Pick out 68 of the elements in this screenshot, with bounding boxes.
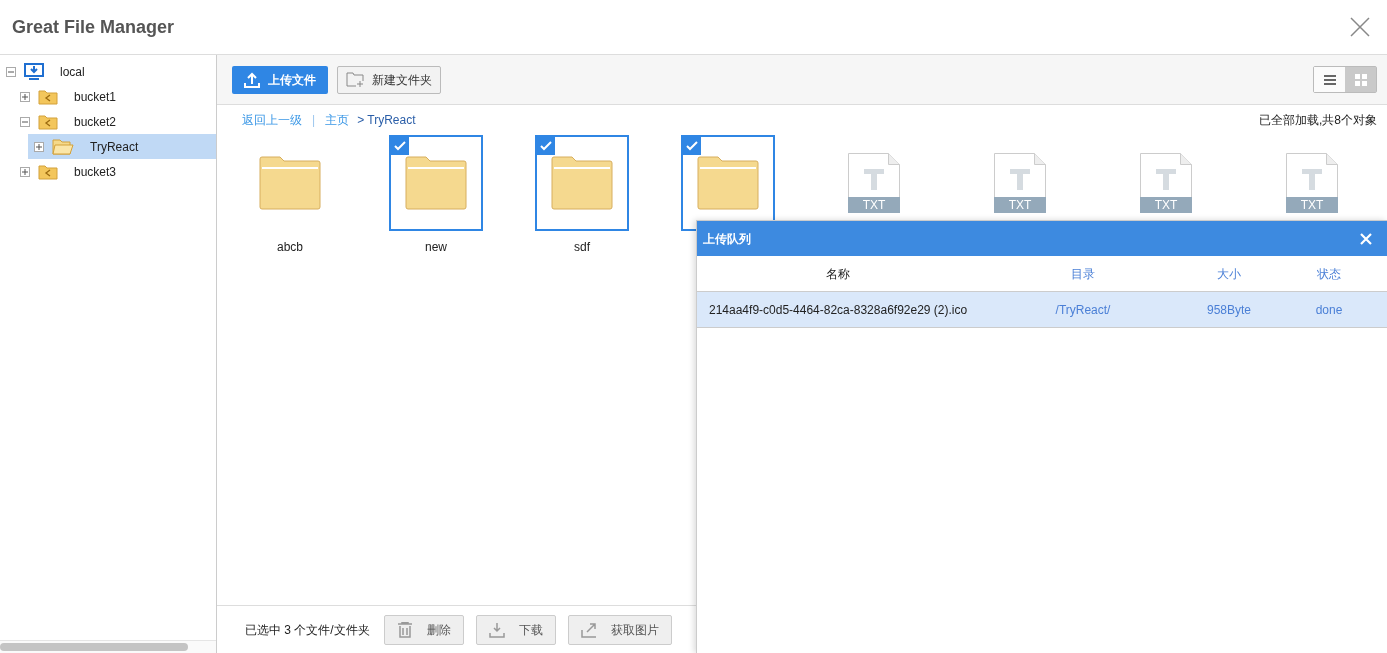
trash-icon — [396, 621, 413, 638]
footer-button[interactable]: 删除 — [383, 614, 464, 645]
collapse-icon[interactable] — [20, 116, 30, 127]
view-toggle[interactable] — [1345, 67, 1376, 92]
close-button[interactable] — [1349, 16, 1371, 38]
breadcrumb-separator: | — [312, 112, 316, 129]
tree-label: bucket3 — [74, 163, 117, 181]
footer-button[interactable]: 获取图片 — [567, 614, 672, 645]
tree-item[interactable]: TryReact — [28, 134, 216, 159]
add-folder-icon — [346, 72, 364, 87]
expand-icon[interactable] — [20, 91, 30, 102]
download-icon — [488, 621, 505, 638]
shared-folder-icon — [38, 113, 58, 130]
column-header: 名称 — [825, 265, 851, 283]
table-cell-text: 958Byte — [1205, 301, 1252, 319]
export-icon — [580, 621, 597, 638]
load-status: 已全部加载,共8个对象 — [1259, 112, 1377, 129]
window-title: Great File Manager — [12, 15, 175, 39]
collapse-icon[interactable] — [6, 66, 16, 77]
folder-icon — [405, 156, 467, 210]
computer-icon — [24, 62, 44, 81]
table-cell-text: done — [1314, 301, 1344, 319]
file-type-label: TXT — [994, 197, 1046, 213]
current-path: > TryReact — [357, 112, 416, 129]
file-tile[interactable] — [535, 135, 629, 231]
folder-icon — [259, 156, 321, 210]
expand-icon[interactable] — [20, 166, 30, 177]
panel-title: 上传队列 — [703, 230, 751, 248]
file-name: abcb — [277, 239, 303, 256]
file-tile[interactable] — [681, 135, 775, 231]
column-header: 目录 — [1070, 265, 1096, 283]
tree-label: local — [60, 63, 85, 81]
file-type-label: TXT — [848, 197, 900, 213]
column-header: 状态 — [1316, 265, 1342, 283]
queue-row[interactable]: 214aa4f9-c0d5-4464-82ca-8328a6f92e29 (2).ico /TryReact/ 958Byte done — [697, 292, 1387, 328]
shared-folder-icon — [38, 163, 58, 180]
checkmark-icon — [683, 137, 701, 155]
view-toggle[interactable] — [1314, 67, 1345, 92]
scrollbar-thumb[interactable] — [0, 643, 188, 651]
file-tile[interactable] — [389, 135, 483, 231]
upload-icon — [244, 71, 260, 88]
tree-label: bucket2 — [74, 113, 117, 131]
tree-item[interactable]: bucket3 — [14, 159, 216, 184]
selection-count: 已选中 3 个文件/文件夹 — [245, 621, 370, 639]
checkmark-icon — [537, 137, 555, 155]
new-folder-button[interactable]: 新建文件夹 — [337, 65, 441, 94]
file-name: sdf — [574, 239, 590, 256]
table-cell-text: 214aa4f9-c0d5-4464-82ca-8328a6f92e29 (2).ico — [708, 301, 969, 319]
upload-button[interactable]: 上传文件 — [232, 65, 328, 94]
file-type-label: TXT — [1286, 197, 1338, 213]
table-cell-text: /TryReact/ — [1054, 301, 1112, 319]
tree-item[interactable]: bucket2 — [14, 109, 216, 134]
grid-view-icon — [1354, 73, 1367, 86]
list-view-icon — [1323, 74, 1336, 85]
folder-icon — [52, 138, 74, 155]
tree-label: TryReact — [90, 138, 139, 156]
tree-item[interactable]: bucket1 — [14, 84, 216, 109]
folder-icon — [697, 156, 759, 210]
shared-folder-icon — [38, 88, 58, 105]
tree-item[interactable]: local — [0, 59, 216, 84]
file-name: new — [425, 239, 447, 256]
expand-icon[interactable] — [34, 141, 44, 152]
column-header: 大小 — [1216, 265, 1242, 283]
tree-label: bucket1 — [74, 88, 117, 106]
folder-icon — [551, 156, 613, 210]
footer-button[interactable]: 下载 — [475, 614, 556, 645]
file-type-label: TXT — [1140, 197, 1192, 213]
checkmark-icon — [391, 137, 409, 155]
